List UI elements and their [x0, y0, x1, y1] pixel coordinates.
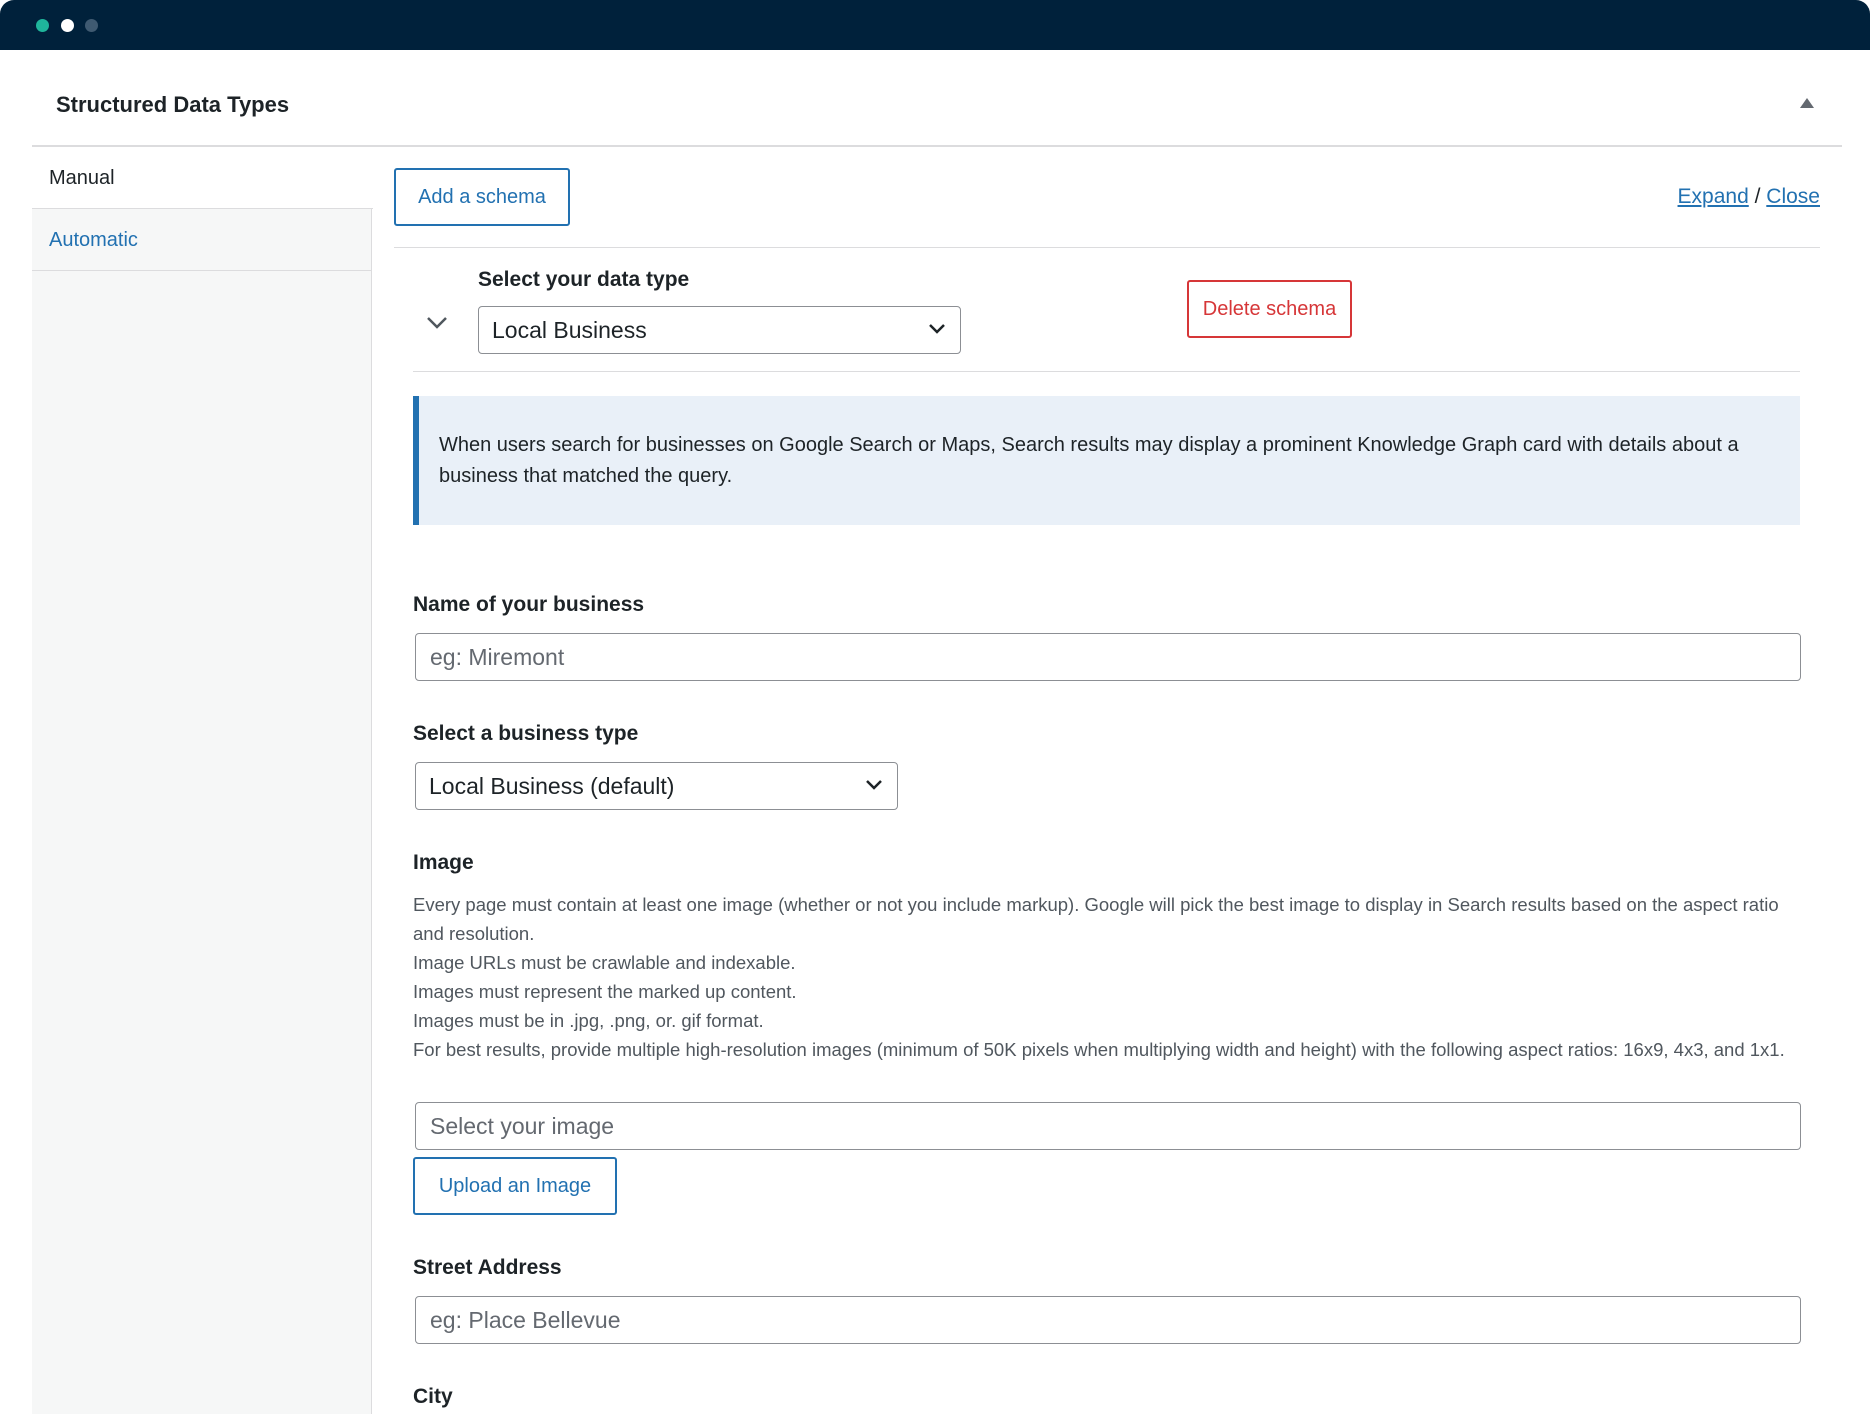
- window-maximize-button[interactable]: [85, 19, 98, 32]
- business-name-label: Name of your business: [413, 593, 645, 616]
- description-line: Image URLs must be crawlable and indexab…: [413, 952, 796, 973]
- business-name-input[interactable]: [415, 633, 1801, 681]
- image-url-input[interactable]: [415, 1102, 1801, 1150]
- street-address-input[interactable]: [415, 1296, 1801, 1344]
- info-notice: When users search for businesses on Goog…: [413, 396, 1800, 525]
- tab-automatic[interactable]: Automatic: [32, 209, 372, 271]
- data-type-label: Select your data type: [478, 268, 690, 291]
- upload-image-button[interactable]: Upload an Image: [413, 1157, 617, 1215]
- expand-close-links: Expand / Close: [1678, 185, 1820, 209]
- expand-link[interactable]: Expand: [1678, 185, 1749, 208]
- image-label: Image: [413, 851, 474, 874]
- close-link[interactable]: Close: [1766, 185, 1820, 208]
- link-separator: /: [1754, 185, 1761, 208]
- image-description: Every page must contain at least one ima…: [413, 890, 1813, 1064]
- description-line: Every page must contain at least one ima…: [413, 894, 1779, 944]
- city-label: City: [413, 1385, 453, 1408]
- data-type-value: Local Business: [492, 316, 647, 343]
- add-schema-button[interactable]: Add a schema: [394, 168, 570, 226]
- description-line: For best results, provide multiple high-…: [413, 1039, 1785, 1060]
- business-type-select[interactable]: Local Business (default): [415, 762, 898, 810]
- sidebar: Manual Automatic: [32, 147, 373, 1414]
- divider: [413, 371, 1800, 372]
- caret-up-icon[interactable]: [1800, 98, 1814, 108]
- divider: [394, 247, 1820, 248]
- chevron-down-icon[interactable]: [426, 316, 448, 330]
- street-address-label: Street Address: [413, 1256, 562, 1279]
- panel-header: Structured Data Types: [32, 50, 1842, 147]
- panel-title: Structured Data Types: [56, 92, 290, 117]
- window-close-button[interactable]: [36, 19, 49, 32]
- business-type-label: Select a business type: [413, 722, 639, 745]
- window-minimize-button[interactable]: [61, 19, 74, 32]
- chevron-down-icon: [929, 324, 945, 334]
- chevron-down-icon: [866, 780, 882, 790]
- description-line: Images must represent the marked up cont…: [413, 981, 797, 1002]
- data-type-select[interactable]: Local Business: [478, 306, 961, 354]
- delete-schema-button[interactable]: Delete schema: [1187, 280, 1352, 338]
- tab-manual[interactable]: Manual: [32, 147, 373, 209]
- window-titlebar: [0, 0, 1870, 50]
- description-line: Images must be in .jpg, .png, or. gif fo…: [413, 1010, 764, 1031]
- business-type-value: Local Business (default): [429, 772, 675, 799]
